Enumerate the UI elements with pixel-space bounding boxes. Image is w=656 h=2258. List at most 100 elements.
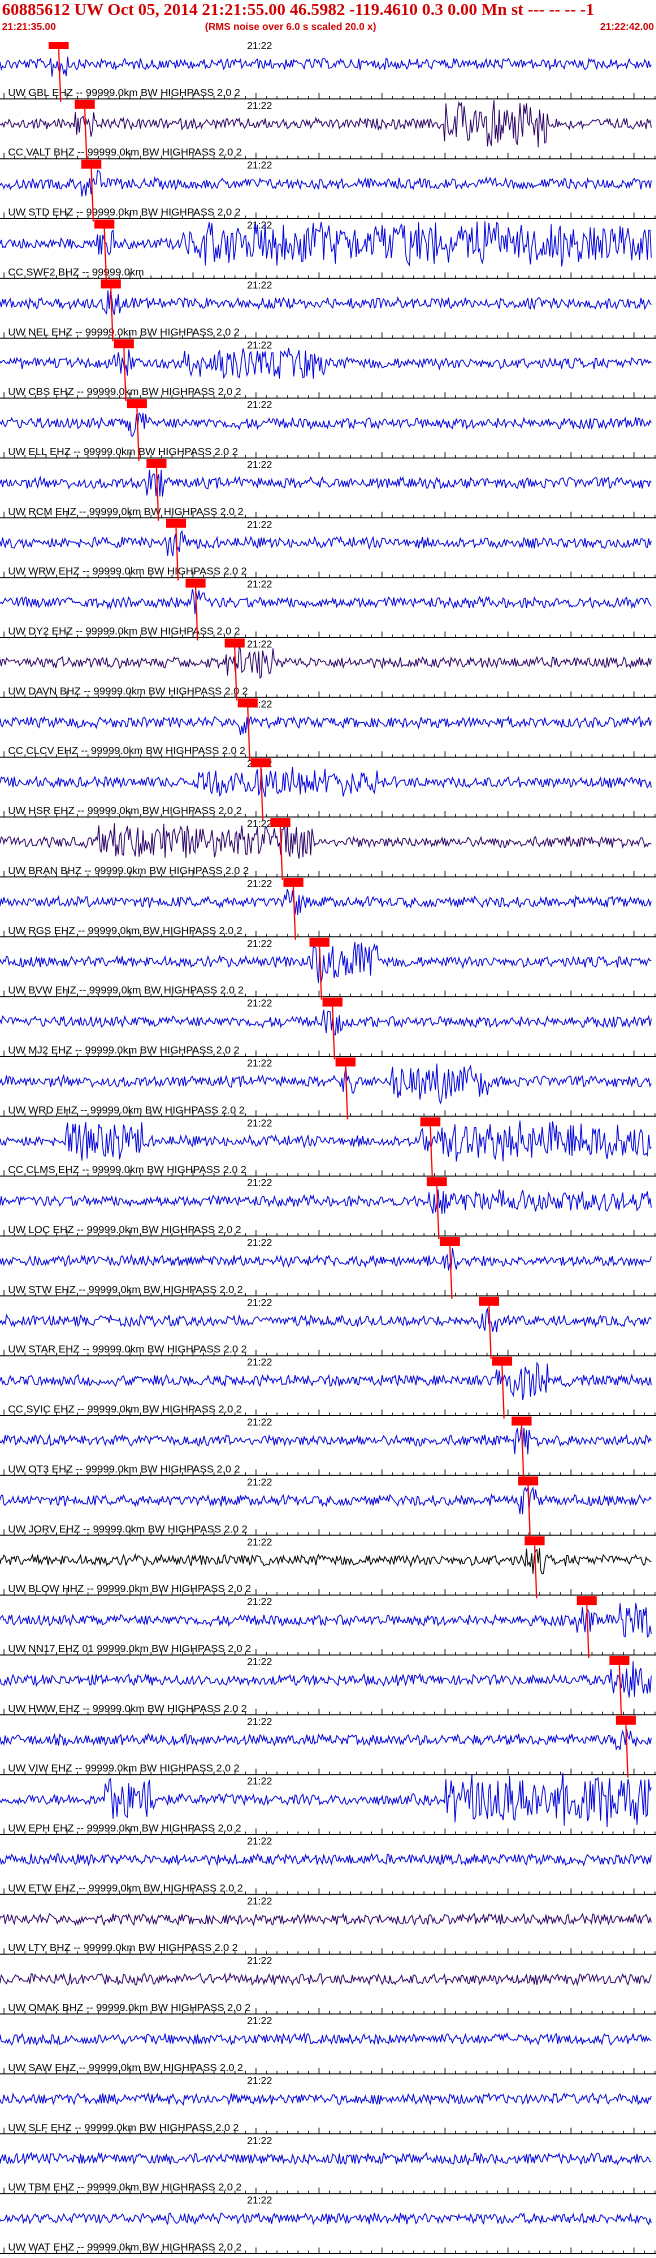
- trace-row: 21:22 UW VIW EHZ -- 99999.0km BW HIGHPASS…: [0, 1715, 656, 1778]
- time-label: 21:22: [247, 221, 272, 232]
- trace-row: 21:22 UW WRW EHZ -- 99999.0km BW HIGHPASS…: [0, 518, 656, 581]
- station-label: UW OMAK BHZ -- 99999.0km BW HIGHPASS 2.0…: [8, 2002, 251, 2014]
- waveform: [0, 888, 652, 916]
- trace-row: 21:22 UW HWW EHZ -- 99999.0km BW HIGHPASS…: [0, 1655, 656, 1718]
- station-label: CC SVIC EHZ -- 99999.0km BW HIGHPASS 2.0…: [8, 1404, 242, 1416]
- trace-row: 21:22 CC SWF2 BHZ -- 99999.0km: [0, 219, 656, 282]
- waveform: [0, 1602, 652, 1638]
- station-label: UW BRAN BHZ -- 99999.0km BW HIGHPASS 2.0…: [8, 865, 249, 877]
- station-label: UW SLF EHZ -- 99999.0km BW HIGHPASS 2.0 …: [8, 2122, 239, 2134]
- station-label: UW DAVN BHZ -- 99999.0km BW HIGHPASS 2.0…: [8, 685, 248, 697]
- pick-marker: [524, 1536, 545, 1546]
- waveform: [0, 412, 652, 438]
- waveform: [0, 347, 652, 379]
- waveform: [0, 1772, 652, 1828]
- pick-marker: [615, 1715, 636, 1725]
- time-label: 21:22: [247, 1896, 272, 1907]
- waveform: [0, 2151, 652, 2167]
- trace-row: 21:22 UW LOC EHZ -- 99999.0km BW HIGHPASS…: [0, 1177, 656, 1240]
- pick-line: [488, 1305, 492, 1359]
- time-label: 21:22: [247, 1777, 272, 1788]
- waveform: [0, 290, 652, 316]
- pick-marker: [270, 818, 291, 828]
- time-label: 21:22: [247, 1058, 272, 1069]
- trace-row: 21:22 UW NEL EHZ -- 99999.0km BW HIGHPASS…: [0, 279, 656, 342]
- time-label: 21:22: [247, 1178, 272, 1189]
- waveform: [0, 1547, 652, 1575]
- waveform: [0, 1852, 652, 1867]
- trace-row: 21:22 UW EPH EHZ -- 99999.0km BW HIGHPASS…: [0, 1772, 656, 1835]
- trace-row: 21:22 UW STAR EHZ -- 99999.0km BW HIGHPAS…: [0, 1296, 656, 1359]
- pick-marker: [492, 1356, 513, 1366]
- trace-row: 21:22 UW RGS EHZ -- 99999.0km BW HIGHPASS…: [0, 877, 656, 940]
- pick-marker: [81, 159, 102, 169]
- pick-marker: [224, 638, 245, 648]
- pick-marker: [479, 1296, 499, 1306]
- pick-marker: [113, 339, 134, 349]
- header: 60885612 UW Oct 05, 2014 21:21:55.00 46.…: [0, 0, 656, 42]
- pick-marker: [511, 1416, 532, 1426]
- station-label: UW LOC EHZ -- 99999.0km BW HIGHPASS 2.0 …: [8, 1224, 241, 1236]
- trace-row: 21:22CC CLCV EHZ -- 99999.0km BW HIGHPAS…: [0, 698, 656, 761]
- station-label: UW STAR EHZ -- 99999.0km BW HIGHPASS 2.0…: [8, 1344, 247, 1356]
- trace-row: 21:22 UW ELL EHZ -- 99999.0km BW HIGHPASS…: [0, 399, 656, 461]
- pick-marker: [420, 1117, 441, 1127]
- waveform: [0, 941, 652, 983]
- time-label: 21:22: [247, 1717, 272, 1728]
- station-label: UW OT3 EHZ -- 99999.0km BW HIGHPASS 2.0 …: [8, 1463, 240, 1475]
- waveform: [0, 1728, 652, 1751]
- trace-row: 21:22 UW OMAK BHZ -- 99999.0km BW HIGHPAS…: [0, 1956, 656, 2015]
- time-label: 21:22: [247, 1418, 272, 1429]
- trace-row: 21:22 UW MJ2 EHZ -- 99999.0km BW HIGHPASS…: [0, 997, 656, 1060]
- pick-marker: [237, 698, 258, 708]
- trace-row: 21:22 UW CBS EHZ -- 99999.0km BW HIGHPASS…: [0, 339, 656, 402]
- time-label: 21:22: [247, 1537, 272, 1548]
- waveform: [0, 589, 652, 615]
- time-label: 21:22: [247, 400, 272, 411]
- station-label: UW RCM EHZ -- 99999.0km BW HIGHPASS 2.0 …: [8, 506, 244, 518]
- station-label: UW VIW EHZ -- 99999.0km BW HIGHPASS 2.0 …: [8, 1763, 240, 1775]
- trace-row: 21:22 CC CLMS EHZ -- 99999.0km BW HIGHPAS…: [0, 1117, 656, 1180]
- trace-row: 21:22 UW BRAN BHZ -- 99999.0km BW HIGHPAS…: [0, 818, 656, 880]
- station-label: UW HSR EHZ -- 99999.0km BW HIGHPASS 2.0 …: [8, 805, 242, 817]
- time-label: 21:22: [247, 101, 272, 112]
- time-label: 21:22: [247, 2076, 272, 2087]
- time-label: 21:22: [247, 640, 272, 651]
- event-title: 60885612 UW Oct 05, 2014 21:21:55.00 46.…: [2, 0, 595, 19]
- trace-row: 21:22 UW SLF EHZ -- 99999.0km BW HIGHPASS…: [0, 2076, 656, 2135]
- station-label: UW ELL EHZ -- 99999.0km BW HIGHPASS 2.0 …: [8, 446, 238, 458]
- waveform: [0, 1971, 652, 1987]
- time-label: 21:22: [247, 1118, 272, 1129]
- waveform: [0, 1247, 652, 1271]
- station-label: UW TBM EHZ -- 99999.0km BW HIGHPASS 2.0 …: [8, 2182, 242, 2194]
- station-label: UW RGS EHZ -- 99999.0km BW HIGHPASS 2.0 …: [8, 925, 243, 937]
- trace-row: 21:22 UW JORV EHZ -- 99999.0km BW HIGHPAS…: [0, 1476, 656, 1539]
- waveform: [0, 1120, 652, 1162]
- station-label: UW STD EHZ -- 99999.0km BW HIGHPASS 2.0 …: [8, 207, 241, 219]
- station-label: CC CLCV EHZ -- 99999.0km BW HIGHPASS 2.0…: [8, 745, 245, 757]
- time-label: 21:22: [247, 1956, 272, 1967]
- station-label: UW WRW EHZ -- 99999.0km BW HIGHPASS 2.0 …: [8, 566, 247, 578]
- station-label: UW NN17 EHZ 01 99999.0km BW HIGHPASS 2.0…: [8, 1643, 251, 1655]
- pick-marker: [576, 1596, 597, 1606]
- pick-line: [586, 1605, 590, 1658]
- station-label: CC CLMS EHZ -- 99999.0km BW HIGHPASS 2.0…: [8, 1164, 247, 1176]
- waveform: [0, 823, 652, 859]
- waveform: [0, 469, 652, 497]
- pick-marker: [48, 42, 69, 49]
- waveform: [0, 170, 652, 197]
- waveform: [0, 1361, 652, 1401]
- trace-row: 21:22 UW DAVN BHZ -- 99999.0km BW HIGHPAS…: [0, 638, 656, 701]
- trace-row: 21:22 UW TBM EHZ -- 99999.0km BW HIGHPASS…: [0, 2136, 656, 2195]
- trace-row: 21:22 UW SAW EHZ -- 99999.0km BW HIGHPASS…: [0, 2016, 656, 2075]
- time-label: 21:22: [247, 2136, 272, 2147]
- trace-row: 21:22 UW LTY BHZ -- 99999.0km BW HIGHPASS…: [0, 1896, 656, 1955]
- end-time: 21:22:42.00: [600, 22, 654, 33]
- waveform: [0, 1189, 652, 1214]
- waveform: [0, 645, 652, 679]
- trace-row: 21:22 UW GBL EHZ -- 99999.0km BW HIGHPASS…: [0, 42, 656, 102]
- trace-row: 21:22UW HSR EHZ -- 99999.0km BW HIGHPASS…: [0, 758, 656, 821]
- station-label: UW NEL EHZ -- 99999.0km BW HIGHPASS 2.0 …: [8, 326, 240, 338]
- time-label: 21:22: [247, 1477, 272, 1488]
- pick-marker: [94, 219, 115, 229]
